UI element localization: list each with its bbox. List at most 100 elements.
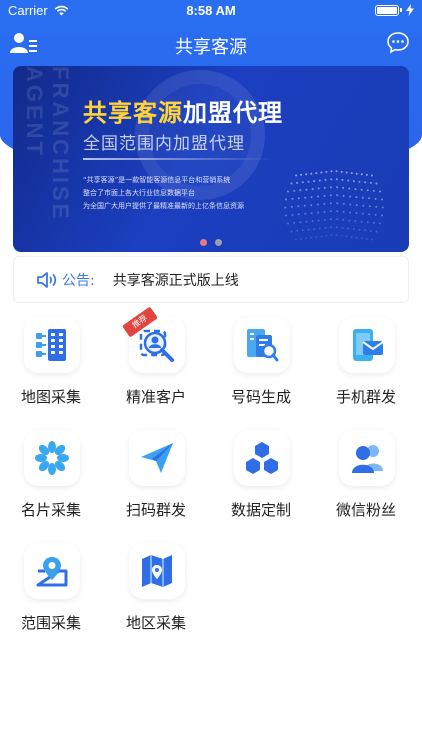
decor-dot xyxy=(355,204,358,207)
decor-dot xyxy=(315,236,318,239)
decor-dot xyxy=(285,198,287,201)
decor-dot xyxy=(293,221,296,224)
decor-dot xyxy=(285,214,287,217)
decor-dot xyxy=(368,213,371,216)
decor-dot xyxy=(301,229,304,232)
decor-dot xyxy=(374,197,377,200)
banner-vertical-text: FRANCHISE AGENT xyxy=(22,66,73,222)
decor-dot xyxy=(329,218,332,221)
globe-dots-decoration xyxy=(284,170,384,241)
decor-dot xyxy=(361,212,364,215)
decor-dot xyxy=(295,174,298,177)
decor-dot xyxy=(348,187,351,190)
decor-dot xyxy=(330,178,333,181)
decor-dot xyxy=(342,218,345,221)
decor-dot xyxy=(307,228,310,231)
decor-dot xyxy=(336,210,339,213)
decor-dot xyxy=(345,235,348,238)
decor-dot xyxy=(296,181,299,184)
decor-dot xyxy=(354,220,357,223)
feature-wechat-fans[interactable]: 微信粉丝 xyxy=(316,426,416,526)
decor-dot xyxy=(284,206,287,209)
page-title: 共享客源 xyxy=(175,37,247,58)
decor-dot xyxy=(287,190,289,193)
decor-dot xyxy=(323,218,326,221)
decor-dot xyxy=(310,204,313,207)
decor-dot xyxy=(313,180,316,183)
decor-dot xyxy=(366,221,369,224)
decor-dot xyxy=(324,226,327,229)
decor-dot xyxy=(291,213,294,216)
decor-dot xyxy=(347,179,350,182)
promo-banner[interactable]: FRANCHISE AGENT 共享客源加盟代理 全国范围内加盟代理 “共享客源… xyxy=(13,66,409,252)
wechat-fans-icon xyxy=(352,445,383,473)
decor-dot xyxy=(301,181,304,184)
decor-dot xyxy=(323,202,326,205)
decor-dot xyxy=(330,170,333,173)
decor-dot xyxy=(304,212,307,215)
map-collect-icon xyxy=(36,329,66,361)
chat-bubble-icon[interactable] xyxy=(386,31,410,55)
decor-dot xyxy=(372,189,375,192)
decor-dot xyxy=(360,173,363,176)
announcement-label: 公告: xyxy=(62,272,95,289)
decor-dot xyxy=(340,234,343,237)
feature-scan-send[interactable]: 扫码群发 xyxy=(106,426,206,526)
feature-range-collect[interactable]: 范围采集 xyxy=(1,539,101,639)
scan-send-icon xyxy=(141,443,173,473)
feature-data-custom[interactable]: 数据定制 xyxy=(211,426,311,526)
decor-dot xyxy=(364,181,367,184)
banner-description: “共享客源”是一款智能客源信息平台和营销系统 整合了市面上各大行业信息数据平台 … xyxy=(83,176,244,210)
banner-pager xyxy=(13,239,409,246)
clock: 8:58 AM xyxy=(186,3,236,18)
feature-label: 数据定制 xyxy=(230,501,291,519)
decor-dot xyxy=(360,188,363,191)
decor-dot xyxy=(340,170,343,173)
decor-dot xyxy=(335,178,338,181)
announcement-bar[interactable]: 公告: 共享客源正式版上线 xyxy=(13,256,409,303)
decor-dot xyxy=(305,220,308,223)
decor-dot xyxy=(342,186,345,189)
decor-dot xyxy=(336,218,339,221)
decor-dot xyxy=(375,230,378,233)
decor-dot xyxy=(335,234,338,237)
decor-dot xyxy=(296,229,299,232)
decor-dot xyxy=(355,196,358,199)
decor-dot xyxy=(352,228,355,231)
feature-card-collect[interactable]: 名片采集 xyxy=(1,426,101,526)
decor-dot xyxy=(358,228,361,231)
decor-dot xyxy=(336,186,339,189)
decor-dot xyxy=(329,210,332,213)
feature-region-collect[interactable]: 地区采集 xyxy=(106,539,206,639)
feature-label: 地图采集 xyxy=(20,388,81,406)
feature-label: 扫码群发 xyxy=(125,501,186,519)
decor-dot xyxy=(349,195,351,198)
decor-dot xyxy=(355,172,358,175)
decor-dot xyxy=(330,226,333,229)
feature-phone-sms[interactable]: 手机群发 xyxy=(316,313,416,413)
feature-number-generate[interactable]: 号码生成 xyxy=(211,313,311,413)
decor-dot xyxy=(374,213,377,216)
pager-dot[interactable] xyxy=(215,239,222,246)
decor-dot xyxy=(329,194,332,197)
feature-precise-customer[interactable]: 推荐 精准客户 xyxy=(106,306,206,413)
data-custom-icon xyxy=(246,442,278,474)
feature-map-collect[interactable]: 地图采集 xyxy=(1,313,101,413)
decor-dot xyxy=(317,211,319,214)
decor-dot xyxy=(329,202,332,205)
pager-dot[interactable] xyxy=(200,239,207,246)
decor-dot xyxy=(341,178,344,181)
decor-dot xyxy=(313,228,316,231)
decor-dot xyxy=(320,171,323,174)
decor-dot xyxy=(379,190,381,193)
decor-dot xyxy=(293,189,296,192)
decor-dot xyxy=(366,189,369,192)
decor-dot xyxy=(300,173,303,176)
decor-dot xyxy=(297,197,300,200)
decor-dot xyxy=(381,214,383,217)
decor-dot xyxy=(375,205,378,208)
decor-dot xyxy=(287,222,289,225)
decor-dot xyxy=(381,206,384,209)
decor-dot xyxy=(349,211,351,214)
decor-dot xyxy=(311,188,314,191)
